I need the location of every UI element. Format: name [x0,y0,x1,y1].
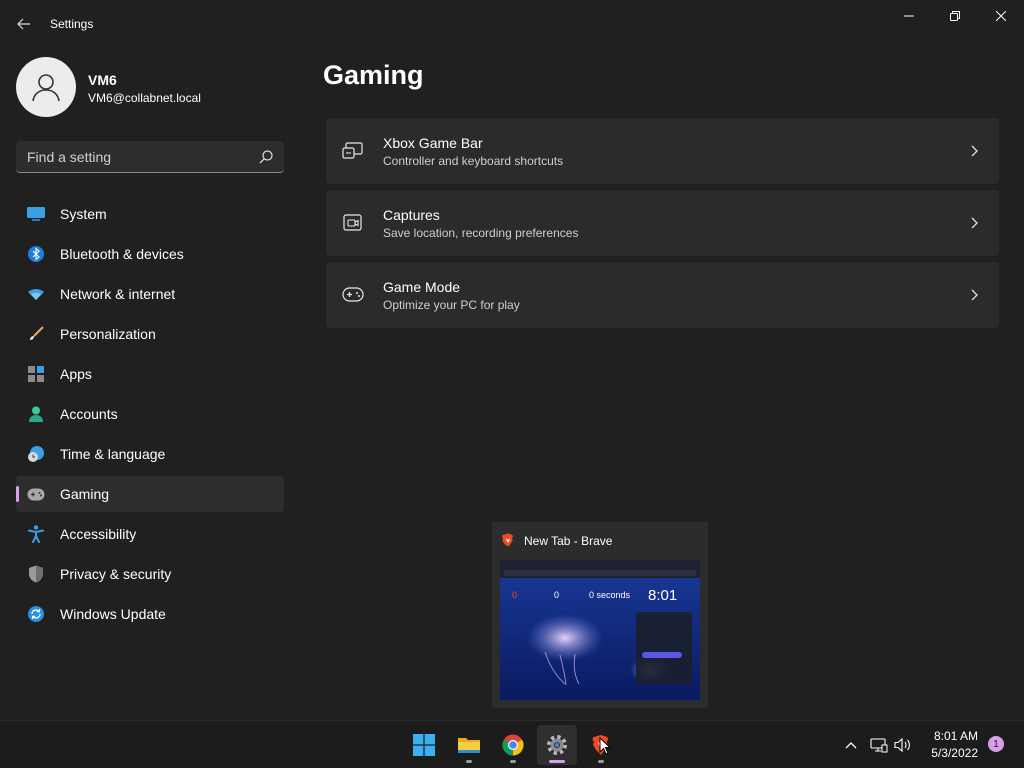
user-icon [32,74,60,102]
volume-button[interactable] [893,735,913,755]
sidebar-item-label: Network & internet [60,286,176,302]
captures-icon [342,213,364,233]
brush-icon [27,325,45,343]
preview-thumb-clock: 8:01 [648,587,678,604]
preview-thumbnail: 8:01 0 0 0 seconds [500,560,700,700]
running-indicator [510,760,516,763]
apps-icon [27,365,45,383]
card-title: Xbox Game Bar [383,135,483,151]
preview-title: New Tab - Brave [524,534,613,548]
chevron-up-icon [845,742,857,749]
sidebar-item-label: Windows Update [60,606,166,622]
card-subtitle: Optimize your PC for play [383,298,520,312]
preview-thumb-stat: 0 seconds [589,590,631,600]
wifi-icon [27,285,45,303]
close-icon [996,11,1006,21]
update-icon [27,605,45,623]
sidebar-item-label: Time & language [60,446,166,462]
brave-icon [502,533,513,547]
minimize-icon [904,15,914,17]
bluetooth-icon [27,245,45,263]
chevron-right-icon [971,289,978,301]
shield-icon [27,565,45,583]
user-name: VM6 [88,72,117,88]
sidebar-item-network[interactable]: Network & internet [16,276,284,312]
sidebar-item-windows-update[interactable]: Windows Update [16,596,284,632]
start-button[interactable] [404,725,444,765]
sidebar-item-personalization[interactable]: Personalization [16,316,284,352]
card-subtitle: Controller and keyboard shortcuts [383,154,564,168]
accounts-icon [27,405,45,423]
card-title: Game Mode [383,279,461,295]
sidebar-item-system[interactable]: System [16,196,284,232]
captures-card[interactable]: Captures Save location, recording prefer… [326,190,999,256]
close-button[interactable] [978,0,1024,32]
sidebar-item-apps[interactable]: Apps [16,356,284,392]
chevron-right-icon [971,145,978,157]
preview-thumb-stat: 0 [512,590,518,600]
network-status-button[interactable] [869,735,889,755]
search-icon[interactable] [258,149,274,165]
time-language-icon [27,445,45,463]
card-title: Captures [383,207,440,223]
brave-window-preview[interactable]: New Tab - Brave 8:01 0 0 0 seconds [492,522,708,708]
brave-button[interactable] [581,725,621,765]
window-title: Settings [50,17,94,31]
sidebar-item-bluetooth[interactable]: Bluetooth & devices [16,236,284,272]
chrome-button[interactable] [493,725,533,765]
active-indicator [549,760,565,763]
card-subtitle: Save location, recording preferences [383,226,579,240]
sidebar-item-privacy[interactable]: Privacy & security [16,556,284,592]
system-icon [27,205,45,223]
clock-time[interactable]: 8:01 AM [930,729,978,743]
sidebar-item-gaming[interactable]: Gaming [16,476,284,512]
game-bar-icon [342,141,364,161]
chevron-right-icon [971,217,978,229]
sidebar-item-label: System [60,206,107,222]
restore-icon [950,11,960,21]
sidebar-nav: System Bluetooth & devices Network & int… [16,196,284,636]
notification-badge[interactable]: 1 [988,736,1004,752]
chrome-icon [502,734,524,756]
mouse-cursor-icon [599,737,611,755]
clock-date[interactable]: 5/3/2022 [924,746,978,760]
gear-icon [547,735,567,755]
sidebar-item-label: Accessibility [60,526,137,542]
accessibility-icon [27,525,45,543]
gamepad-icon [342,285,364,305]
taskbar [0,720,1024,768]
sidebar-item-label: Personalization [60,326,156,342]
xbox-game-bar-card[interactable]: Xbox Game Bar Controller and keyboard sh… [326,118,999,184]
windows-start-icon [413,734,435,756]
sidebar-item-time-language[interactable]: Time & language [16,436,284,472]
volume-icon [894,737,910,753]
folder-icon [458,738,480,753]
title-bar: Settings [0,0,1024,48]
search-box [16,141,284,173]
minimize-button[interactable] [886,0,932,32]
restore-button[interactable] [932,0,978,32]
back-button[interactable] [10,10,38,38]
sidebar-item-accessibility[interactable]: Accessibility [16,516,284,552]
sidebar-item-label: Apps [60,366,92,382]
sidebar-item-label: Accounts [60,406,118,422]
avatar[interactable] [16,57,76,117]
network-icon [870,738,888,753]
sidebar-item-accounts[interactable]: Accounts [16,396,284,432]
search-input[interactable] [16,141,252,172]
running-indicator [466,760,472,763]
gamepad-icon [27,485,45,503]
file-explorer-button[interactable] [449,725,489,765]
page-title: Gaming [323,60,424,90]
running-indicator [598,760,604,763]
back-arrow-icon [17,18,30,30]
sidebar-item-label: Privacy & security [60,566,172,582]
preview-thumb-stat: 0 [554,590,560,600]
settings-button[interactable] [537,725,577,765]
sidebar-item-label: Gaming [60,486,110,502]
game-mode-card[interactable]: Game Mode Optimize your PC for play [326,262,999,328]
show-hidden-icons-button[interactable] [841,735,861,755]
sidebar-item-label: Bluetooth & devices [60,246,184,262]
user-email: VM6@collabnet.local [88,91,201,105]
